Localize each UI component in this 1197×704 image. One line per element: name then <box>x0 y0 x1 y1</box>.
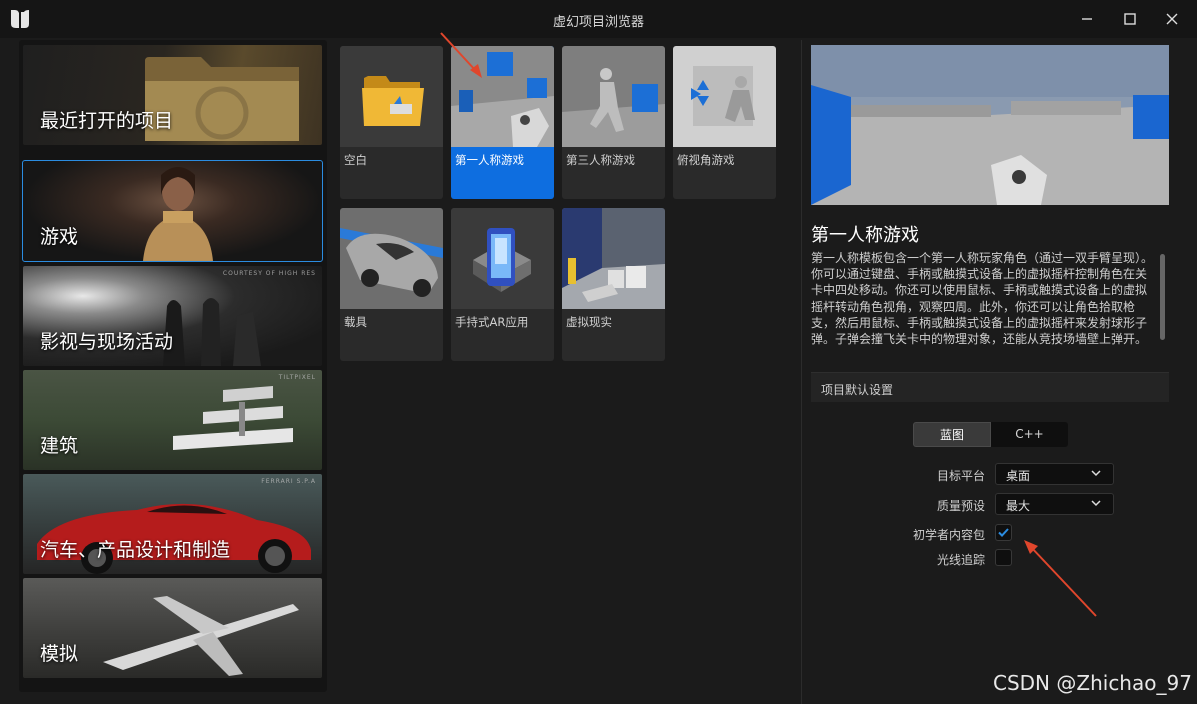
template-label: 手持式AR应用 <box>455 315 529 329</box>
virtual-reality-thumbnail <box>562 208 665 309</box>
handheld-ar-thumbnail <box>451 208 554 309</box>
chevron-down-icon <box>1091 470 1101 477</box>
building-image <box>173 386 293 450</box>
minimize-icon[interactable] <box>1076 8 1098 30</box>
template-vehicle[interactable]: 载具 <box>340 208 443 361</box>
category-film-events[interactable]: COURTESY OF HIGH RES 影视与现场活动 <box>23 266 322 366</box>
dropdown-value: 最大 <box>1006 499 1031 513</box>
image-credit: COURTESY OF HIGH RES <box>222 270 316 277</box>
raytracing-label: 光线追踪 <box>936 553 985 567</box>
cpp-toggle[interactable]: C++ <box>991 422 1068 447</box>
category-simulation[interactable]: 模拟 <box>23 578 322 678</box>
template-top-down[interactable]: 俯视角游戏 <box>673 46 776 199</box>
target-platform-dropdown[interactable]: 桌面 <box>995 463 1114 485</box>
character-portrait <box>143 167 213 261</box>
target-platform-label: 目标平台 <box>936 469 985 483</box>
category-panel: 最近打开的项目 游戏 COURTESY OF HIGH RES 影视与现场活动 … <box>19 40 327 692</box>
chevron-down-icon <box>1091 500 1101 507</box>
template-virtual-reality[interactable]: 虚拟现实 <box>562 208 665 361</box>
category-label: 模拟 <box>40 643 79 665</box>
starter-content-label: 初学者内容包 <box>912 528 985 542</box>
image-credit: TILTPIXEL <box>278 374 316 381</box>
first-person-thumbnail <box>451 46 554 147</box>
template-label: 第三人称游戏 <box>566 153 635 167</box>
template-label: 虚拟现实 <box>566 315 612 329</box>
template-third-person[interactable]: 第三人称游戏 <box>562 46 665 199</box>
airplane-image <box>103 596 299 676</box>
template-label: 俯视角游戏 <box>677 153 735 167</box>
starter-content-checkbox[interactable] <box>995 524 1012 541</box>
description-scrollbar[interactable] <box>1160 254 1165 340</box>
section-title: 项目默认设置 <box>821 383 894 397</box>
template-first-person[interactable]: 第一人称游戏 <box>451 46 554 199</box>
template-label: 空白 <box>344 153 367 167</box>
close-icon[interactable] <box>1161 8 1183 30</box>
third-person-thumbnail <box>562 46 665 147</box>
category-games[interactable]: 游戏 <box>22 160 323 262</box>
blueprint-toggle[interactable]: 蓝图 <box>913 422 991 447</box>
image-credit: FERRARI S.P.A <box>261 478 316 485</box>
quality-preset-label: 质量预设 <box>936 499 985 513</box>
template-label: 载具 <box>344 315 367 329</box>
top-down-thumbnail <box>673 46 776 147</box>
template-title: 第一人称游戏 <box>811 225 919 246</box>
film-crew-image <box>163 298 261 366</box>
category-label: 汽车、产品设计和制造 <box>40 539 231 561</box>
template-preview-image <box>811 45 1169 205</box>
template-blank[interactable]: 空白 <box>340 46 443 199</box>
panel-divider <box>801 40 802 704</box>
category-recent-projects[interactable]: 最近打开的项目 <box>23 45 322 145</box>
vehicle-thumbnail <box>340 208 443 309</box>
dropdown-value: 桌面 <box>1006 469 1031 483</box>
project-defaults-header[interactable]: 项目默认设置 <box>811 372 1169 402</box>
checkmark-icon <box>998 528 1009 537</box>
quality-preset-dropdown[interactable]: 最大 <box>995 493 1114 515</box>
template-label: 第一人称游戏 <box>455 153 524 167</box>
category-label: 影视与现场活动 <box>40 331 174 353</box>
watermark: CSDN @Zhichao_97 <box>993 671 1192 695</box>
blank-folder-thumbnail <box>340 46 443 147</box>
template-description: 第一人称模板包含一个第一人称玩家角色（通过一双手臂呈现）。你可以通过键盘、手柄或… <box>811 251 1154 347</box>
window-title: 虚幻项目浏览器 <box>552 15 644 30</box>
category-automotive[interactable]: FERRARI S.P.A 汽车、产品设计和制造 <box>23 474 322 574</box>
raytracing-checkbox[interactable] <box>995 549 1012 566</box>
category-label: 最近打开的项目 <box>40 110 174 132</box>
category-architecture[interactable]: TILTPIXEL 建筑 <box>23 370 322 470</box>
template-handheld-ar[interactable]: 手持式AR应用 <box>451 208 554 361</box>
title-bar: 虚幻项目浏览器 <box>0 0 1197 38</box>
maximize-icon[interactable] <box>1119 8 1141 30</box>
category-label: 游戏 <box>40 226 79 248</box>
category-label: 建筑 <box>40 435 79 457</box>
